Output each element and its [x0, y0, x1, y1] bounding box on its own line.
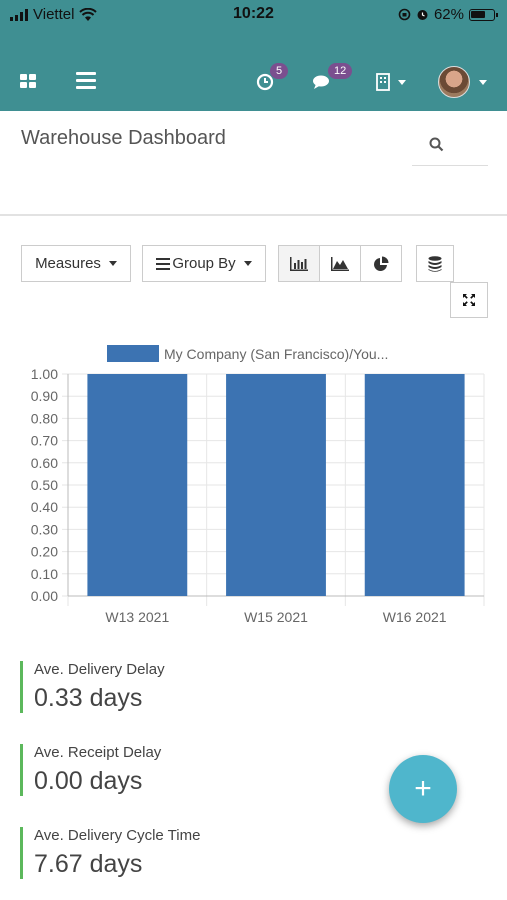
- bar: [364, 374, 465, 596]
- company-switcher[interactable]: [376, 66, 406, 98]
- y-tick-label: 1.00: [31, 366, 58, 382]
- search-button[interactable]: [412, 122, 488, 166]
- list-icon: [156, 257, 171, 270]
- bar-chart-button[interactable]: [278, 245, 320, 282]
- kpi-receipt-delay[interactable]: Ave. Receipt Delay 0.00 days: [20, 744, 340, 796]
- search-icon: [429, 137, 444, 152]
- kpi-delivery-delay[interactable]: Ave. Delivery Delay 0.33 days: [20, 661, 340, 713]
- y-tick-label: 0.70: [31, 433, 58, 449]
- chevron-down-icon: [243, 261, 252, 266]
- pie-chart-icon: [374, 256, 389, 271]
- bar-chart: 0.00 0.10 0.20 0.30 0.40 0.50 0.60 0.70 0.80 0.90…: [31, 345, 485, 625]
- bar: [87, 374, 188, 596]
- kpi-value: 0.33 days: [34, 684, 143, 712]
- page-title: Warehouse Dashboard: [21, 127, 226, 149]
- y-tick-label: 0.20: [31, 544, 58, 560]
- activity-button[interactable]: 5: [256, 63, 289, 98]
- user-menu[interactable]: [438, 66, 487, 98]
- bar: [226, 374, 326, 596]
- line-chart-button[interactable]: [319, 245, 361, 282]
- group-by-dropdown[interactable]: Group By: [142, 245, 266, 282]
- kpi-label: Ave. Receipt Delay: [34, 744, 162, 761]
- y-tick-label: 0.40: [31, 499, 58, 515]
- kpi-delivery-cycle-time[interactable]: Ave. Delivery Cycle Time 7.67 days: [20, 827, 340, 879]
- chevron-down-icon: [479, 79, 487, 85]
- database-icon: [428, 255, 442, 272]
- alarm-icon: [417, 10, 428, 20]
- status-bar: Viettel 10:22 62%: [0, 0, 507, 30]
- kpi-label: Ave. Delivery Delay: [34, 661, 165, 678]
- status-right: 62%: [398, 6, 498, 23]
- kpi-value: 7.67 days: [34, 850, 143, 878]
- top-navbar: Viettel 10:22 62% 5 12: [0, 0, 507, 111]
- apps-menu-icon[interactable]: [20, 74, 36, 88]
- legend-label: My Company (San Francisco)/You...: [164, 346, 388, 362]
- kpi-value: 0.00 days: [34, 767, 143, 795]
- add-button[interactable]: +: [389, 755, 457, 823]
- avatar: [438, 66, 470, 98]
- building-icon: [376, 73, 390, 91]
- area-chart-icon: [331, 256, 349, 271]
- y-tick-label: 0.90: [31, 388, 58, 404]
- expand-button[interactable]: [450, 282, 488, 318]
- orientation-lock-icon: [398, 8, 411, 21]
- hamburger-menu-icon[interactable]: [76, 72, 96, 89]
- y-tick-label: 0.30: [31, 521, 58, 537]
- group-by-label: Group By: [172, 255, 236, 272]
- x-tick-label: W13 2021: [105, 609, 169, 625]
- y-tick-label: 0.60: [31, 455, 58, 471]
- y-tick-label: 0.00: [31, 588, 58, 604]
- header-divider: [0, 214, 507, 216]
- measures-label: Measures: [35, 255, 101, 272]
- pie-chart-button[interactable]: [360, 245, 402, 282]
- x-tick-label: W16 2021: [383, 609, 447, 625]
- chevron-down-icon: [108, 261, 117, 266]
- x-tick-label: W15 2021: [244, 609, 308, 625]
- y-tick-label: 0.10: [31, 566, 58, 582]
- messages-button[interactable]: 12: [312, 63, 353, 98]
- bar-chart-icon: [290, 256, 308, 271]
- stacked-button[interactable]: [416, 245, 454, 282]
- y-tick-label: 0.50: [31, 477, 58, 493]
- battery-percent: 62%: [433, 6, 464, 23]
- legend-swatch: [107, 345, 159, 362]
- messages-badge: 12: [328, 63, 353, 79]
- battery-icon: [469, 8, 498, 21]
- chat-icon: [313, 75, 329, 89]
- kpi-label: Ave. Delivery Cycle Time: [34, 827, 201, 844]
- expand-icon: [463, 294, 475, 306]
- y-tick-label: 0.80: [31, 410, 58, 426]
- measures-dropdown[interactable]: Measures: [21, 245, 131, 282]
- chevron-down-icon: [398, 79, 406, 85]
- chart-type-group: [278, 245, 402, 282]
- activity-badge: 5: [270, 63, 289, 79]
